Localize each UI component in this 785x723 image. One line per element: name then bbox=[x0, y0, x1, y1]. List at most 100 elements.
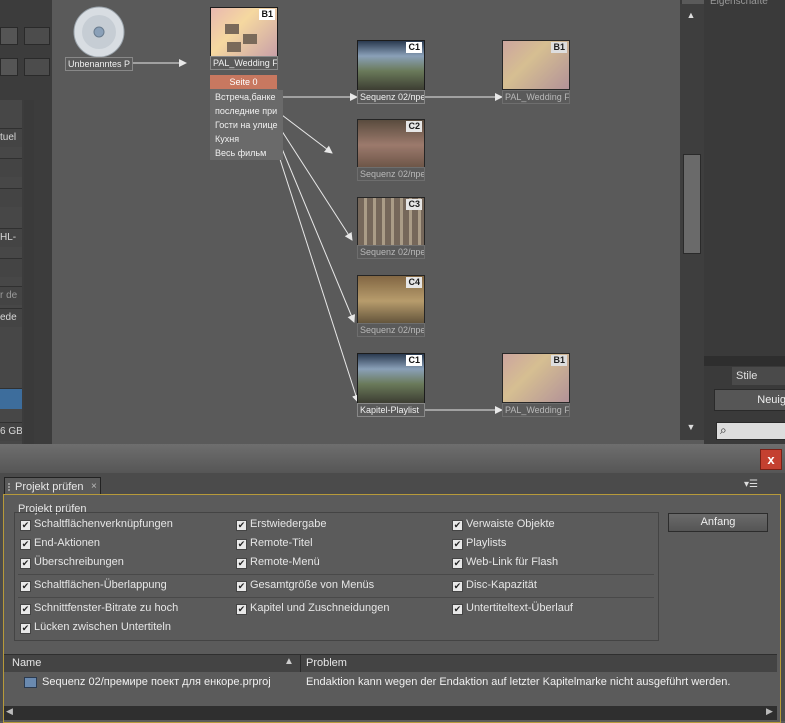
playlist-label[interactable]: Kapitel-Playlist bbox=[357, 403, 425, 417]
checkbox-icon[interactable]: ✔ bbox=[236, 539, 247, 550]
sequence-badge: C1 bbox=[406, 42, 422, 53]
sequence-thumbnail-4[interactable]: C4 bbox=[357, 275, 425, 327]
column-header-name[interactable]: Name bbox=[12, 657, 41, 669]
check-label: Web-Link für Flash bbox=[466, 556, 559, 568]
grip-icon bbox=[8, 483, 15, 491]
new-button[interactable]: Neuig bbox=[714, 389, 785, 411]
row-problem: Endaktion kann wegen der Endaktion auf l… bbox=[306, 676, 731, 688]
left-button-2[interactable] bbox=[24, 58, 50, 76]
right-search-field[interactable]: ⌕ bbox=[716, 422, 785, 440]
tab-stile[interactable]: Stile bbox=[732, 367, 785, 385]
sequence-label-4[interactable]: Sequenz 02/пре bbox=[357, 323, 425, 337]
menu-item-3[interactable]: Гости на улице bbox=[210, 118, 283, 132]
source-node-label[interactable]: Unbenanntes P bbox=[65, 57, 133, 71]
menu-thumbnail[interactable]: B1 bbox=[210, 7, 278, 57]
sequence-label-3[interactable]: Sequenz 02/пре bbox=[357, 245, 425, 259]
check-first-play[interactable]: ✔ Erstwiedergabe bbox=[236, 517, 326, 531]
left-row-3[interactable] bbox=[0, 188, 22, 207]
close-button[interactable]: x bbox=[760, 449, 782, 470]
check-label: Remote-Menü bbox=[250, 556, 320, 568]
checkbox-icon[interactable]: ✔ bbox=[20, 520, 31, 531]
flow-vertical-scrollbar[interactable]: ▲ ▼ bbox=[680, 4, 704, 440]
target-label-2[interactable]: PAL_Wedding F bbox=[502, 403, 570, 417]
sequence-badge: C4 bbox=[406, 277, 422, 288]
scroll-left-icon[interactable]: ◀ bbox=[6, 706, 13, 717]
table-row[interactable]: Sequenz 02/премире поект для енкоре.prpr… bbox=[4, 672, 777, 694]
sequence-label-1[interactable]: Sequenz 02/пре bbox=[357, 90, 425, 104]
table-horizontal-scrollbar[interactable]: ◀ ▶ bbox=[4, 706, 777, 720]
flowchart-canvas[interactable]: Unbenanntes P B1 PAL_Wedding F Seite 0 В… bbox=[52, 0, 680, 444]
check-subtitle-gaps[interactable]: ✔ Lücken zwischen Untertiteln bbox=[20, 620, 171, 634]
checkbox-icon[interactable]: ✔ bbox=[452, 520, 463, 531]
menu-badge: B1 bbox=[259, 9, 275, 20]
start-button[interactable]: Anfang bbox=[668, 513, 768, 532]
menu-item-1[interactable]: Встреча,банке bbox=[210, 90, 283, 104]
panel-menu-icon[interactable]: ▾☰ bbox=[744, 479, 764, 491]
check-chapters-trims[interactable]: ✔ Kapitel und Zuschneidungen bbox=[236, 601, 389, 615]
page-label[interactable]: Seite 0 bbox=[210, 75, 277, 89]
left-row-1[interactable]: tuel bbox=[0, 128, 22, 147]
scroll-right-icon[interactable]: ▶ bbox=[766, 706, 773, 717]
checkbox-icon[interactable]: ✔ bbox=[20, 539, 31, 550]
scroll-up-icon[interactable]: ▲ bbox=[685, 10, 697, 22]
check-button-links[interactable]: ✔ Schaltflächenverknüpfungen bbox=[20, 517, 173, 531]
left-row-4[interactable]: HL- bbox=[0, 228, 22, 247]
check-remote-menu[interactable]: ✔ Remote-Menü bbox=[236, 555, 320, 569]
check-disc-capacity[interactable]: ✔ Disc-Kapazität bbox=[452, 578, 537, 592]
check-subtitle-overflow[interactable]: ✔ Untertiteltext-Überlauf bbox=[452, 601, 573, 615]
checkbox-icon[interactable]: ✔ bbox=[236, 558, 247, 569]
sequence-badge: C3 bbox=[406, 199, 422, 210]
scroll-thumb[interactable] bbox=[683, 154, 701, 254]
checkbox-icon[interactable]: ✔ bbox=[452, 581, 463, 592]
checkbox-icon[interactable]: ✔ bbox=[452, 558, 463, 569]
target-label-1[interactable]: PAL_Wedding F bbox=[502, 90, 570, 104]
checkbox-icon[interactable]: ✔ bbox=[236, 581, 247, 592]
left-row-disk: 6 GB bbox=[0, 422, 22, 441]
check-button-overlap[interactable]: ✔ Schaltflächen-Überlappung bbox=[20, 578, 167, 592]
check-timeline-bitrate[interactable]: ✔ Schnittfenster-Bitrate zu hoch bbox=[20, 601, 178, 615]
menu-item-4[interactable]: Кухня bbox=[210, 132, 283, 146]
check-end-actions[interactable]: ✔ End-Aktionen bbox=[20, 536, 100, 550]
checkbox-icon[interactable]: ✔ bbox=[20, 581, 31, 592]
left-scrollbar[interactable] bbox=[24, 100, 34, 444]
scroll-down-icon[interactable]: ▼ bbox=[685, 422, 697, 434]
menu-item-5[interactable]: Весь фильм bbox=[210, 146, 283, 160]
arrow-item2-to-c2 bbox=[277, 111, 333, 154]
left-row-selected[interactable] bbox=[0, 388, 22, 409]
dropdown-2[interactable] bbox=[0, 58, 18, 76]
sequence-thumbnail-1[interactable]: C1 bbox=[357, 40, 425, 92]
left-row-5[interactable] bbox=[0, 258, 22, 277]
menu-item-2[interactable]: последние при bbox=[210, 104, 283, 118]
check-label: Schaltflächen-Überlappung bbox=[34, 579, 167, 591]
target-thumbnail-1[interactable]: B1 bbox=[502, 40, 570, 90]
playlist-thumbnail[interactable]: C1 bbox=[357, 353, 425, 405]
right-panel: Eigenschafte Stile Neuig ⌕ bbox=[704, 0, 785, 444]
checkbox-icon[interactable]: ✔ bbox=[236, 520, 247, 531]
column-header-problem[interactable]: Problem bbox=[306, 657, 347, 669]
check-menu-size[interactable]: ✔ Gesamtgröße von Menüs bbox=[236, 578, 374, 592]
check-overrides[interactable]: ✔ Überschreibungen bbox=[20, 555, 124, 569]
checkbox-icon[interactable]: ✔ bbox=[452, 604, 463, 615]
target-thumbnail-2[interactable]: B1 bbox=[502, 353, 570, 403]
sort-asc-icon[interactable]: ▲ bbox=[284, 656, 294, 667]
check-web-link[interactable]: ✔ Web-Link für Flash bbox=[452, 555, 558, 569]
sequence-thumbnail-2[interactable]: C2 bbox=[357, 119, 425, 171]
disc-icon[interactable] bbox=[70, 6, 128, 58]
left-button-1[interactable] bbox=[24, 27, 50, 45]
check-orphan-objects[interactable]: ✔ Verwaiste Objekte bbox=[452, 517, 555, 531]
separator bbox=[18, 574, 654, 575]
dialog-titlebar[interactable] bbox=[0, 444, 785, 473]
checkbox-icon[interactable]: ✔ bbox=[20, 558, 31, 569]
checkbox-icon[interactable]: ✔ bbox=[20, 623, 31, 634]
left-row-2[interactable] bbox=[0, 158, 22, 177]
check-playlists[interactable]: ✔ Playlists bbox=[452, 536, 506, 550]
checkbox-icon[interactable]: ✔ bbox=[236, 604, 247, 615]
checkbox-icon[interactable]: ✔ bbox=[20, 604, 31, 615]
menu-node-label[interactable]: PAL_Wedding F bbox=[210, 56, 278, 70]
check-remote-title[interactable]: ✔ Remote-Titel bbox=[236, 536, 313, 550]
sequence-thumbnail-3[interactable]: C3 bbox=[357, 197, 425, 249]
left-row-6: r de bbox=[0, 286, 22, 305]
checkbox-icon[interactable]: ✔ bbox=[452, 539, 463, 550]
sequence-label-2[interactable]: Sequenz 02/пре bbox=[357, 167, 425, 181]
dropdown-1[interactable] bbox=[0, 27, 18, 45]
